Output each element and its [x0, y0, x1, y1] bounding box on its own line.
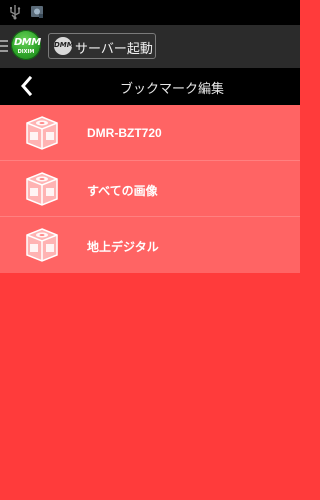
- bookmark-list: DMR-BZT720 すべての画像 地上デジタル: [0, 105, 300, 273]
- server-box-icon: [26, 228, 58, 262]
- status-bar: [0, 0, 300, 25]
- server-box-icon: [26, 172, 58, 206]
- page-title: ブックマーク編集: [119, 82, 224, 97]
- notification-icon: [31, 6, 43, 18]
- drawer-menu-icon[interactable]: [0, 40, 8, 54]
- app-logo-subtext: DIXIM: [17, 49, 35, 55]
- app-logo-text: DMM: [14, 37, 41, 48]
- bookmark-label: DMR-BZT720: [87, 126, 162, 140]
- dmm-badge-icon: DMM: [54, 37, 74, 55]
- server-start-label: サーバー起動: [75, 42, 153, 57]
- list-item[interactable]: 地上デジタル: [0, 217, 300, 273]
- bookmark-label: すべての画像: [87, 184, 158, 198]
- server-box-icon: [26, 116, 58, 150]
- list-item[interactable]: すべての画像: [0, 161, 300, 217]
- bookmark-label: 地上デジタル: [87, 240, 159, 254]
- server-start-button[interactable]: DMM サーバー起動: [48, 33, 156, 59]
- usb-icon: [10, 5, 21, 20]
- app-logo[interactable]: DMM DIXIM: [11, 30, 41, 60]
- list-item[interactable]: DMR-BZT720: [0, 105, 300, 161]
- action-bar: DMM DIXIM DMM サーバー起動: [0, 25, 300, 68]
- title-bar: ブックマーク編集: [0, 68, 300, 105]
